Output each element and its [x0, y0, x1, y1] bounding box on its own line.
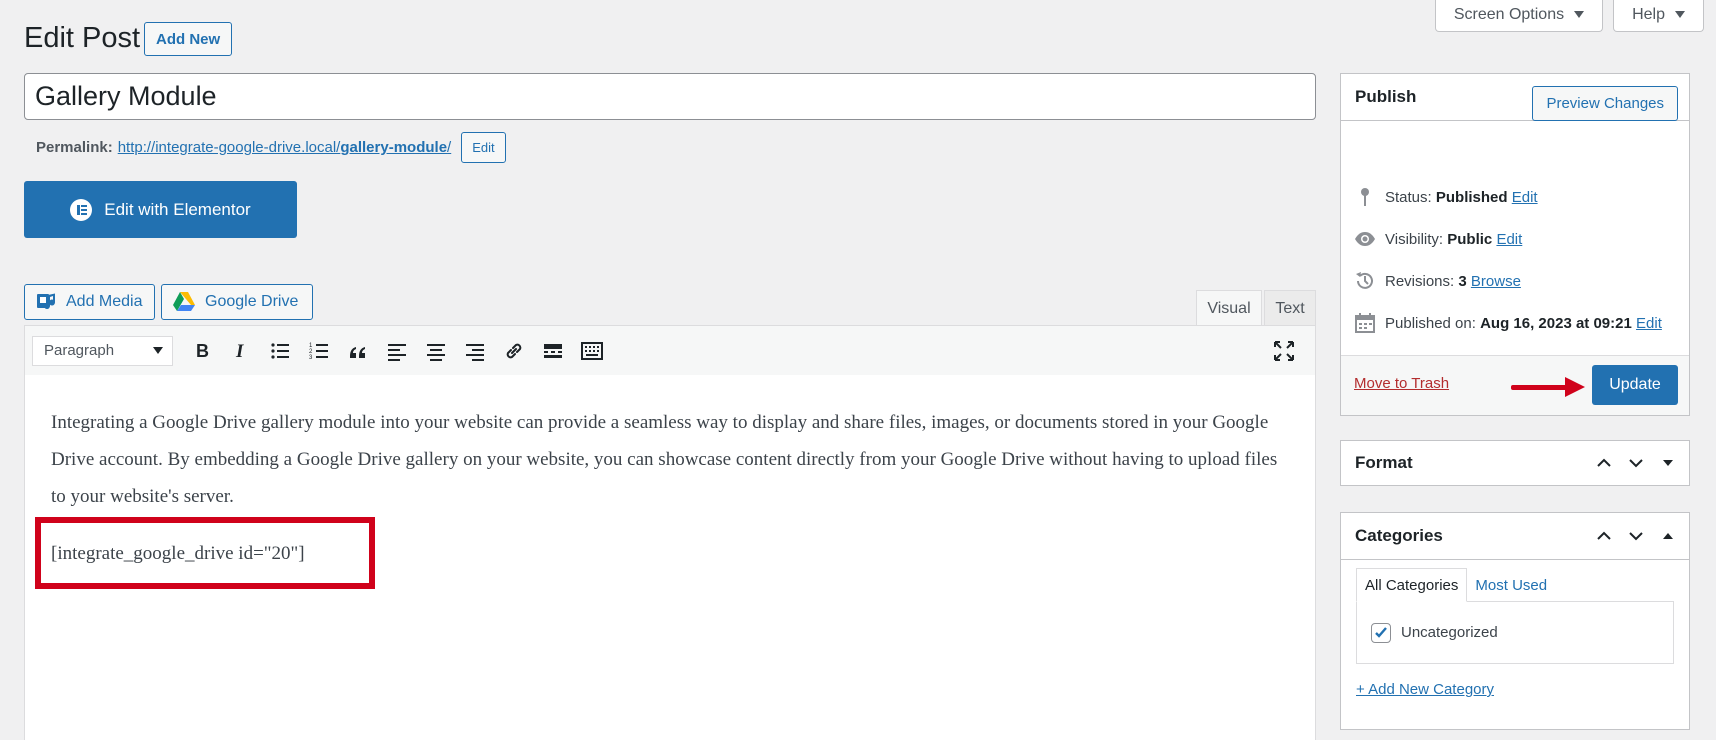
- preview-changes-button[interactable]: Preview Changes: [1532, 86, 1678, 121]
- calendar-icon: [1355, 313, 1375, 333]
- page-title: Edit Post: [24, 22, 141, 54]
- elementor-icon: [70, 198, 93, 221]
- permalink-edit-button[interactable]: Edit: [461, 132, 506, 163]
- link-icon[interactable]: [494, 334, 533, 368]
- revisions-value: 3: [1458, 272, 1467, 290]
- caret-down-icon: [1675, 11, 1685, 18]
- status-row: Status: Published Edit: [1354, 186, 1538, 208]
- collapse-toggle-icon[interactable]: [1657, 525, 1679, 547]
- published-on-row: Published on: Aug 16, 2023 at 09:21 Edit: [1354, 312, 1662, 334]
- checkmark-icon: [1375, 626, 1387, 638]
- tab-all-categories[interactable]: All Categories: [1356, 568, 1468, 602]
- publish-title: Publish: [1355, 87, 1417, 106]
- permalink-slug: gallery-module: [340, 139, 448, 156]
- expand-toggle-icon[interactable]: [1657, 452, 1679, 474]
- category-checkbox[interactable]: [1371, 622, 1391, 643]
- move-to-trash-link[interactable]: Move to Trash: [1354, 375, 1449, 392]
- chevron-down-icon[interactable]: [1625, 452, 1647, 474]
- categories-box-header[interactable]: Categories: [1341, 513, 1689, 560]
- read-more-icon[interactable]: [533, 334, 572, 368]
- chevron-down-icon: [153, 347, 163, 354]
- svg-text:3: 3: [309, 355, 313, 361]
- google-drive-label: Google Drive: [205, 293, 299, 310]
- revisions-row: Revisions: 3 Browse: [1354, 270, 1521, 292]
- red-arrow-annotation: [1511, 377, 1585, 397]
- chevron-up-icon[interactable]: [1593, 525, 1615, 547]
- history-icon: [1356, 272, 1373, 289]
- svg-text:B: B: [196, 341, 209, 361]
- status-value: Published: [1435, 188, 1508, 206]
- browse-revisions-link[interactable]: Browse: [1471, 273, 1521, 290]
- chevron-up-icon[interactable]: [1593, 452, 1615, 474]
- add-media-icon: [37, 293, 56, 310]
- add-media-button[interactable]: Add Media: [24, 284, 155, 320]
- fullscreen-icon[interactable]: [1264, 334, 1303, 368]
- help-button[interactable]: Help: [1613, 0, 1704, 32]
- format-box: Format: [1340, 440, 1690, 486]
- published-on-edit-link[interactable]: Edit: [1636, 315, 1662, 332]
- blockquote-icon[interactable]: [338, 334, 377, 368]
- align-right-icon[interactable]: [455, 334, 494, 368]
- google-drive-icon: [173, 292, 195, 311]
- permalink-trailing: /: [447, 139, 452, 156]
- eye-icon: [1355, 232, 1375, 246]
- visibility-row: Visibility: Public Edit: [1354, 228, 1522, 250]
- italic-icon[interactable]: I: [221, 334, 260, 368]
- elementor-label: Edit with Elementor: [104, 199, 251, 219]
- update-button[interactable]: Update: [1592, 365, 1678, 405]
- edit-with-elementor-button[interactable]: Edit with Elementor: [24, 181, 297, 238]
- visibility-value: Public: [1447, 230, 1493, 248]
- category-label: Uncategorized: [1401, 624, 1498, 641]
- content-paragraph: Integrating a Google Drive gallery modul…: [51, 412, 1278, 507]
- publish-actions: Move to Trash Update: [1341, 355, 1689, 415]
- permalink-base: http://integrate-google-drive.local/: [117, 139, 341, 156]
- format-box-header[interactable]: Format: [1341, 441, 1689, 485]
- bold-icon[interactable]: B: [182, 334, 221, 368]
- editor-toolbar: Paragraph B I 123: [24, 325, 1316, 376]
- help-label: Help: [1632, 5, 1665, 23]
- shortcode-text: [integrate_google_drive id="20"]: [51, 543, 305, 564]
- permalink-row: Permalink: http://integrate-google-drive…: [36, 132, 506, 163]
- format-select[interactable]: Paragraph: [32, 335, 173, 366]
- tab-visual[interactable]: Visual: [1196, 290, 1262, 327]
- numbered-list-icon[interactable]: 123: [299, 334, 338, 368]
- status-edit-link[interactable]: Edit: [1512, 189, 1538, 206]
- chevron-down-icon[interactable]: [1625, 525, 1647, 547]
- format-title: Format: [1355, 453, 1413, 472]
- editor-content[interactable]: Integrating a Google Drive gallery modul…: [24, 375, 1316, 740]
- bullet-list-icon[interactable]: [260, 334, 299, 368]
- published-on-value: Aug 16, 2023 at 09:21: [1480, 314, 1632, 332]
- post-title-input[interactable]: Gallery Module: [24, 73, 1316, 120]
- align-left-icon[interactable]: [377, 334, 416, 368]
- add-media-label: Add Media: [66, 293, 143, 310]
- screen-options-button[interactable]: Screen Options: [1434, 0, 1604, 32]
- svg-text:I: I: [235, 341, 244, 362]
- tab-most-used[interactable]: Most Used: [1467, 568, 1555, 602]
- tab-text[interactable]: Text: [1264, 290, 1316, 326]
- categories-box: Categories All Categories Most Used Unca…: [1340, 512, 1690, 730]
- categories-title: Categories: [1355, 526, 1443, 545]
- published-on-label: Published on:: [1385, 314, 1476, 332]
- add-new-category-link[interactable]: + Add New Category: [1356, 681, 1494, 698]
- revisions-label: Revisions:: [1385, 272, 1455, 290]
- category-list: Uncategorized: [1356, 601, 1674, 664]
- permalink-label: Permalink:: [36, 139, 113, 156]
- align-center-icon[interactable]: [416, 334, 455, 368]
- toolbar-toggle-icon[interactable]: [572, 334, 611, 368]
- category-tabs: All Categories Most Used: [1356, 568, 1555, 602]
- format-select-value: Paragraph: [44, 342, 115, 359]
- visibility-label: Visibility:: [1385, 230, 1444, 248]
- publish-box: Publish Preview Changes Status: Publishe…: [1340, 73, 1690, 416]
- screen-meta-links: Screen Options Help: [1434, 0, 1704, 32]
- google-drive-button[interactable]: Google Drive: [161, 284, 313, 320]
- status-label: Status:: [1385, 188, 1432, 206]
- caret-down-icon: [1574, 11, 1585, 18]
- pin-icon: [1361, 188, 1369, 206]
- add-new-button[interactable]: Add New: [144, 22, 233, 56]
- screen-options-label: Screen Options: [1453, 5, 1565, 23]
- visibility-edit-link[interactable]: Edit: [1496, 231, 1522, 248]
- permalink-link[interactable]: http://integrate-google-drive.local/gall…: [118, 139, 452, 156]
